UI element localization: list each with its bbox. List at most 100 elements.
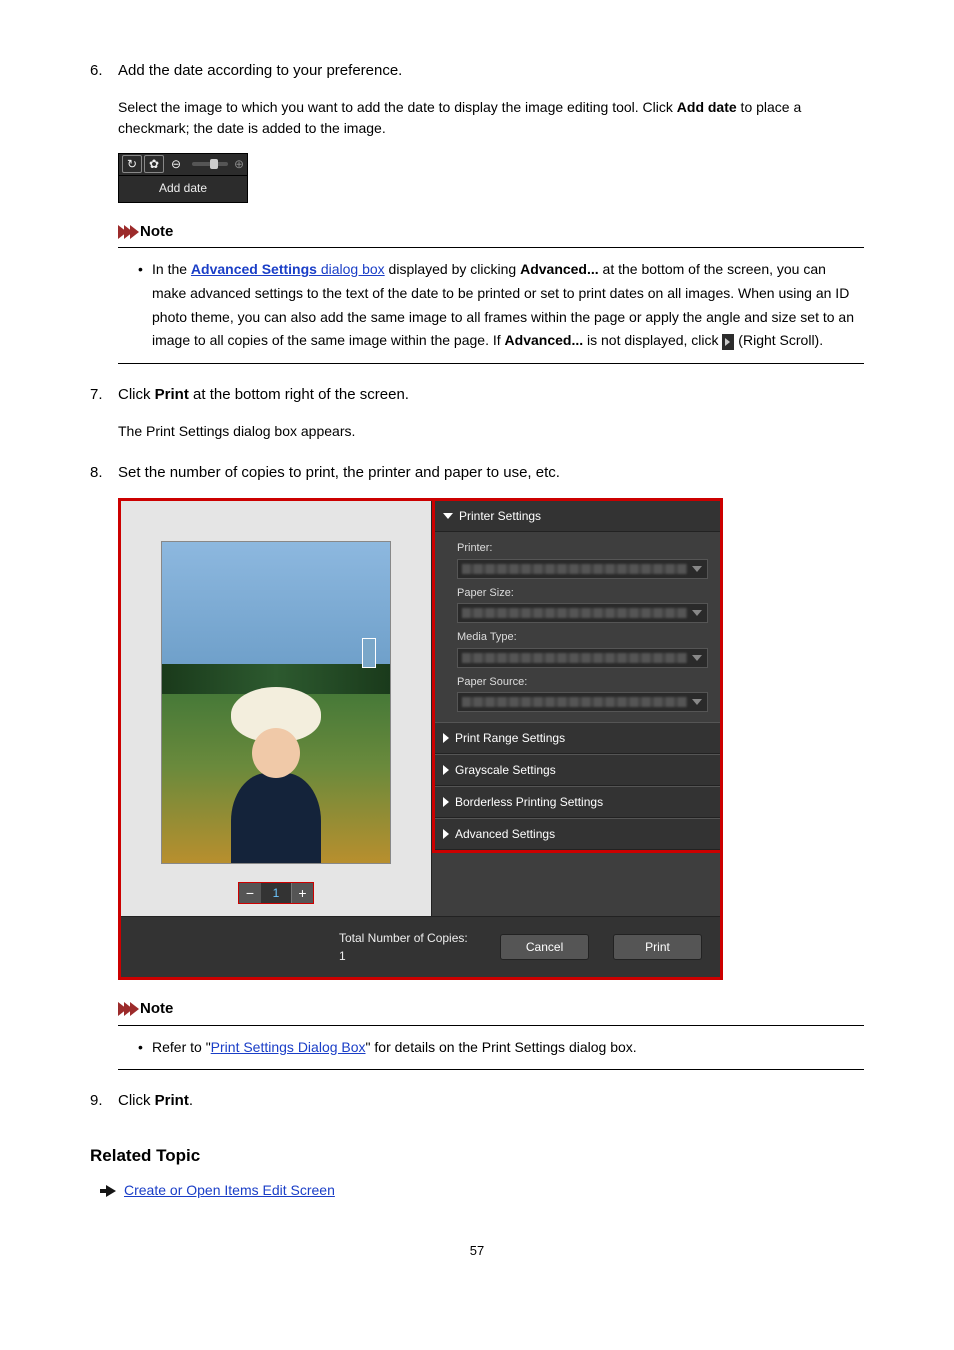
note2-item: Refer to "Print Settings Dialog Box" for… (152, 1036, 864, 1060)
printer-settings-label: Printer Settings (459, 507, 541, 525)
print-settings-dialog-link[interactable]: Print Settings Dialog Box (211, 1039, 366, 1055)
note-chevron-icon (118, 1002, 136, 1016)
note1-mid: displayed by clicking (385, 261, 520, 277)
total-copies-label: Total Number of Copies: 1 (339, 929, 476, 965)
print-button[interactable]: Print (613, 934, 702, 960)
note1-link-bold: Advanced Settings (191, 261, 317, 277)
rotate-icon[interactable]: ↻ (122, 155, 142, 173)
crop-icon[interactable]: ✿ (144, 155, 164, 173)
add-date-bold: Add date (677, 99, 737, 115)
copies-pager: − 1 + (121, 874, 431, 916)
note2-heading: Note (118, 998, 864, 1021)
step9-number: 9. (90, 1090, 118, 1113)
paper-source-select[interactable] (457, 692, 708, 712)
print-range-header[interactable]: Print Range Settings (435, 722, 720, 754)
copies-minus-button[interactable]: − (239, 883, 261, 903)
add-date-label[interactable]: Add date (119, 176, 247, 202)
media-type-select[interactable] (457, 648, 708, 668)
print-preview: − 1 + (121, 501, 431, 916)
advanced-settings-header[interactable]: Advanced Settings (435, 818, 720, 850)
zoom-slider[interactable] (192, 162, 228, 166)
step6-heading: 6. Add the date according to your prefer… (90, 60, 864, 83)
note1-after2: is not displayed, click (583, 332, 722, 348)
expand-right-icon (443, 733, 449, 743)
note1-item: In the Advanced Settings dialog box disp… (152, 258, 864, 353)
step7-desc: The Print Settings dialog box appears. (118, 421, 864, 442)
step8-heading: 8. Set the number of copies to print, th… (90, 462, 864, 485)
paper-size-select[interactable] (457, 603, 708, 623)
grayscale-label: Grayscale Settings (455, 761, 556, 779)
print-settings-dialog: − 1 + Printer Settings Printer: (118, 498, 723, 980)
plus-icon[interactable]: ⊕ (234, 155, 244, 173)
borderless-label: Borderless Printing Settings (455, 793, 603, 811)
expand-right-icon (443, 765, 449, 775)
copies-count: 1 (261, 883, 291, 903)
note-block-2: Note Refer to "Print Settings Dialog Box… (118, 998, 864, 1070)
cancel-button[interactable]: Cancel (500, 934, 589, 960)
grayscale-header[interactable]: Grayscale Settings (435, 754, 720, 786)
preview-image (161, 541, 391, 864)
note1-heading-text: Note (140, 221, 173, 244)
step9-title-b: . (189, 1092, 193, 1109)
step7-title-b: at the bottom right of the screen. (189, 386, 409, 403)
step9-title-a: Click (118, 1092, 155, 1109)
step-9: 9. Click Print. (90, 1090, 864, 1113)
printer-settings-body: Printer: Paper Size: Media Type: Paper S… (435, 532, 720, 722)
step-7: 7. Click Print at the bottom right of th… (90, 384, 864, 442)
related-topic-heading: Related Topic (90, 1143, 864, 1169)
step6-body: Select the image to which you want to ad… (118, 97, 864, 365)
printer-label: Printer: (457, 540, 708, 557)
step9-title-bold: Print (155, 1092, 189, 1109)
arrow-icon (100, 1185, 116, 1197)
note1-tail: (Right Scroll). (734, 332, 823, 348)
page-number: 57 (90, 1241, 864, 1261)
note1-body: In the Advanced Settings dialog box disp… (118, 247, 864, 364)
widget-toolbar: ↻ ✿ ⊖ ⊕ (119, 154, 247, 176)
step7-number: 7. (90, 384, 118, 407)
note1-bold2: Advanced... (505, 332, 584, 348)
create-open-items-link[interactable]: Create or Open Items Edit Screen (124, 1180, 335, 1201)
note2-body: Refer to "Print Settings Dialog Box" for… (118, 1025, 864, 1071)
printer-settings-header[interactable]: Printer Settings (435, 501, 720, 532)
note1-bold1: Advanced... (520, 261, 599, 277)
settings-panel: Printer Settings Printer: Paper Size: Me… (431, 501, 720, 916)
expand-right-icon (443, 797, 449, 807)
right-scroll-icon (722, 334, 734, 350)
dialog-footer: Total Number of Copies: 1 Cancel Print (121, 916, 720, 977)
expand-right-icon (443, 829, 449, 839)
step9-heading: 9. Click Print. (90, 1090, 864, 1113)
advanced-label: Advanced Settings (455, 825, 555, 843)
minus-icon[interactable]: ⊖ (166, 155, 186, 173)
step-6: 6. Add the date according to your prefer… (90, 60, 864, 364)
note1-link-suffix: dialog box (317, 261, 385, 277)
step8-title: Set the number of copies to print, the p… (118, 462, 560, 485)
add-date-widget: ↻ ✿ ⊖ ⊕ Add date (118, 153, 248, 203)
note2-suffix: " for details on the Print Settings dial… (366, 1039, 637, 1055)
borderless-header[interactable]: Borderless Printing Settings (435, 786, 720, 818)
step6-desc: Select the image to which you want to ad… (118, 97, 864, 139)
note1-heading: Note (118, 221, 864, 244)
paper-size-label: Paper Size: (457, 585, 708, 602)
step6-desc-a: Select the image to which you want to ad… (118, 99, 677, 115)
related-link-row: Create or Open Items Edit Screen (100, 1180, 864, 1201)
note-block-1: Note In the Advanced Settings dialog box… (118, 221, 864, 365)
step7-title-bold: Print (155, 386, 189, 403)
step-8: 8. Set the number of copies to print, th… (90, 462, 864, 1071)
copies-plus-button[interactable]: + (291, 883, 313, 903)
step7-heading: 7. Click Print at the bottom right of th… (90, 384, 864, 407)
media-type-label: Media Type: (457, 629, 708, 646)
advanced-settings-link[interactable]: Advanced Settings dialog box (191, 261, 385, 277)
step7-title: Click Print at the bottom right of the s… (118, 384, 409, 407)
step9-title: Click Print. (118, 1090, 193, 1113)
print-range-label: Print Range Settings (455, 729, 565, 747)
note-chevron-icon (118, 225, 136, 239)
step6-title: Add the date according to your preferenc… (118, 60, 402, 83)
paper-source-label: Paper Source: (457, 674, 708, 691)
expand-down-icon (443, 513, 453, 519)
step6-number: 6. (90, 60, 118, 83)
printer-select[interactable] (457, 559, 708, 579)
step8-number: 8. (90, 462, 118, 485)
step7-title-a: Click (118, 386, 155, 403)
step7-body: The Print Settings dialog box appears. (118, 421, 864, 442)
note2-heading-text: Note (140, 998, 173, 1021)
